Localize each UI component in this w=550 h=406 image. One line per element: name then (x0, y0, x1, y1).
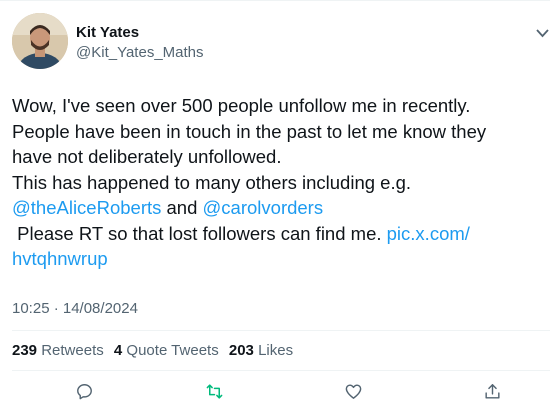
tweet-line: Wow, I've seen over 500 people unfollow … (12, 95, 471, 116)
tweet-line: have not deliberately unfollowed. (12, 146, 282, 167)
share-icon[interactable] (480, 379, 504, 403)
tweet-line: People have been in touch in the past to… (12, 120, 487, 142)
divider (12, 370, 550, 371)
tweet-line: hvtqhnwrup (12, 246, 537, 272)
quotes-stat[interactable]: 4 Quote Tweets (114, 342, 219, 359)
quotes-count: 4 (113, 342, 123, 359)
engagement-stats: 239 Retweets 4 Quote Tweets 203 Likes (12, 342, 299, 359)
retweets-count: 239 (12, 342, 38, 359)
likes-count: 203 (228, 342, 254, 359)
media-link[interactable]: pic.x.com/ (387, 223, 470, 244)
action-bar (0, 379, 550, 406)
heart-icon[interactable] (341, 379, 365, 403)
media-link-continued[interactable]: hvtqhnwrup (12, 248, 108, 269)
timestamp[interactable]: 10:25 · 14/08/2024 (12, 300, 138, 317)
retweets-label: Retweets (41, 342, 104, 359)
avatar-photo (12, 13, 68, 69)
tweet-fragment: and (161, 197, 203, 218)
likes-label: Likes (258, 342, 294, 359)
likes-stat[interactable]: 203 Likes (229, 342, 293, 359)
tweet-line: @theAliceRoberts and @carolvorders (12, 195, 537, 221)
tweet-fragment: Please RT so that lost followers can fin… (12, 222, 387, 244)
tweet-line: This has happened to many others includi… (12, 171, 412, 193)
chevron-down-icon[interactable] (535, 25, 550, 41)
retweet-icon[interactable] (202, 379, 226, 403)
display-name[interactable]: Kit Yates (76, 24, 139, 42)
quotes-label: Quote Tweets (126, 342, 219, 359)
mention-link[interactable]: @carolvorders (203, 197, 324, 218)
tweet-text: Wow, I've seen over 500 people unfollow … (12, 93, 537, 272)
tweet-line: Please RT so that lost followers can fin… (12, 221, 537, 247)
reply-icon[interactable] (72, 379, 96, 403)
tweet-card: Kit Yates @Kit_Yates_Maths Wow, I've see… (0, 0, 550, 405)
user-handle[interactable]: @Kit_Yates_Maths (76, 44, 204, 62)
mention-link[interactable]: @theAliceRoberts (12, 197, 161, 218)
avatar[interactable] (12, 13, 68, 69)
retweets-stat[interactable]: 239 Retweets (12, 342, 104, 359)
divider (12, 330, 550, 331)
